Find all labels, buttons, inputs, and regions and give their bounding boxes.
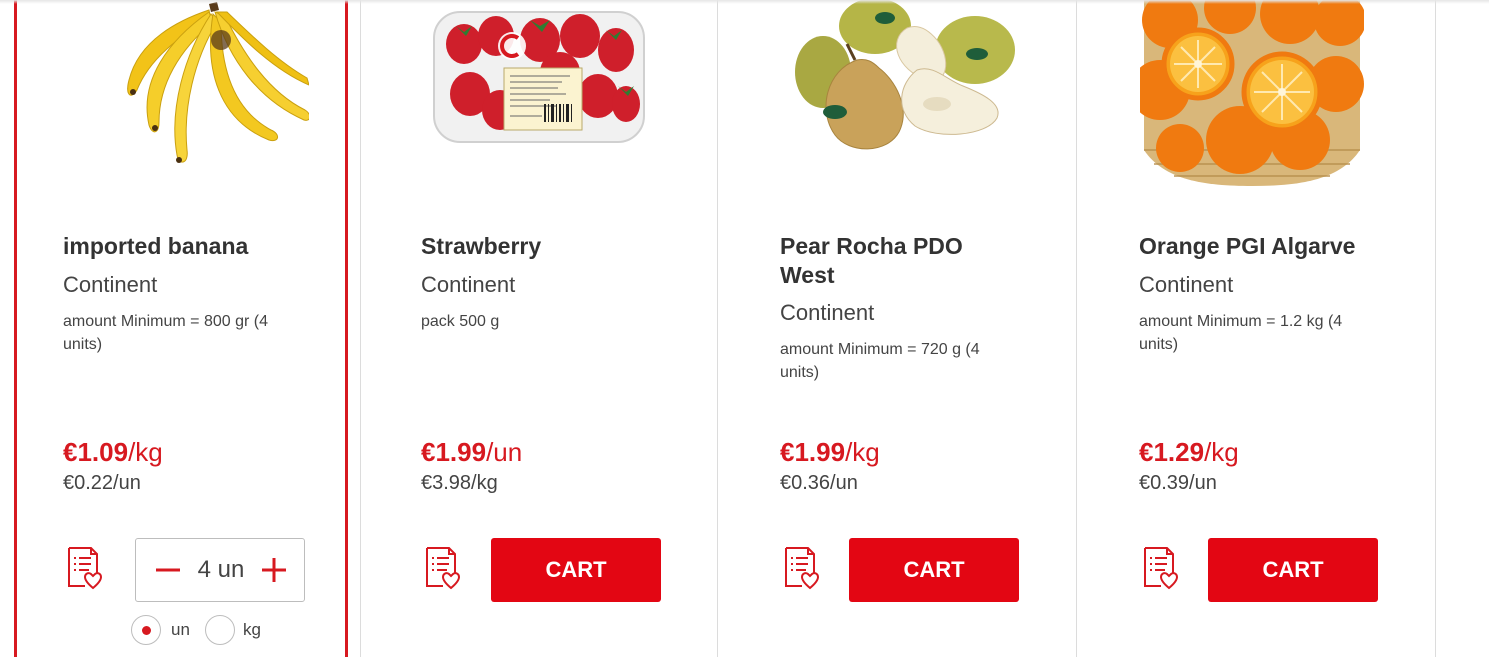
radio-selected-dot (142, 626, 151, 635)
pear-image (795, 0, 1015, 150)
add-to-cart-button[interactable]: CART (491, 538, 661, 602)
plus-icon[interactable] (256, 551, 292, 589)
add-to-cart-button[interactable]: CART (849, 538, 1019, 602)
price-value: €1.29 (1139, 437, 1205, 467)
product-unit-price: €3.98/kg (421, 472, 498, 494)
price-unit: /kg (1204, 437, 1239, 467)
product-price: €1.99/kg (780, 437, 880, 468)
price-unit: /kg (845, 437, 880, 467)
product-quantity: pack 500 g (421, 313, 500, 330)
strawberry-pack-image (433, 11, 645, 143)
unit-label-kg: kg (243, 620, 261, 639)
product-name: Orange PGI Algarve (1139, 233, 1356, 259)
product-price: €1.99/un (421, 437, 522, 468)
orange-basket-image (1140, 0, 1364, 186)
price-value: €1.99 (421, 437, 487, 467)
product-card-orange[interactable]: Orange PGI Algarve Continent amount Mini… (1078, 0, 1436, 657)
product-brand: Continent (780, 300, 875, 325)
product-unit-price: €0.22/un (63, 472, 141, 494)
price-unit: /kg (128, 437, 163, 467)
product-price: €1.29/kg (1139, 437, 1239, 468)
product-card-strawberry[interactable]: Strawberry Continent pack 500 g €1.99/un… (360, 0, 718, 657)
price-value: €1.99 (780, 437, 846, 467)
minus-icon[interactable] (150, 551, 186, 589)
top-shadow (0, 0, 1489, 4)
product-card-banana[interactable]: imported banana Continent amount Minimum… (14, 0, 348, 657)
price-value: €1.09 (63, 437, 129, 467)
quantity-value: 4 un (197, 556, 245, 583)
product-unit-price: €0.36/un (780, 472, 858, 494)
product-quantity: amount Minimum = 1.2 kg (4 units) (1139, 313, 1343, 353)
unit-label-un: un (171, 620, 190, 639)
product-name: Pear Rocha PDO West (780, 233, 963, 288)
shopping-list-heart-icon[interactable] (63, 546, 103, 590)
quantity-stepper[interactable]: 4 un (135, 538, 305, 602)
product-card-pear[interactable]: Pear Rocha PDO West Continent amount Min… (719, 0, 1077, 657)
card-divider (360, 0, 361, 657)
shopping-list-heart-icon[interactable] (1139, 546, 1179, 590)
product-grid: imported banana Continent amount Minimum… (0, 0, 1489, 657)
product-brand: Continent (421, 272, 516, 297)
add-to-cart-button[interactable]: CART (1208, 538, 1378, 602)
product-price: €1.09/kg (63, 437, 163, 468)
shopping-list-heart-icon[interactable] (780, 546, 820, 590)
product-name: imported banana (63, 233, 249, 259)
product-brand: Continent (63, 272, 158, 297)
product-name: Strawberry (421, 233, 542, 259)
banana-image (127, 2, 309, 163)
unit-radio-un[interactable] (131, 615, 161, 645)
unit-radio-kg[interactable] (205, 615, 235, 645)
product-brand: Continent (1139, 272, 1234, 297)
product-quantity: amount Minimum = 720 g (4 units) (780, 341, 980, 381)
price-unit: /un (486, 437, 523, 467)
product-quantity: amount Minimum = 800 gr (4 units) (63, 313, 268, 353)
shopping-list-heart-icon[interactable] (421, 546, 461, 590)
product-unit-price: €0.39/un (1139, 472, 1217, 494)
